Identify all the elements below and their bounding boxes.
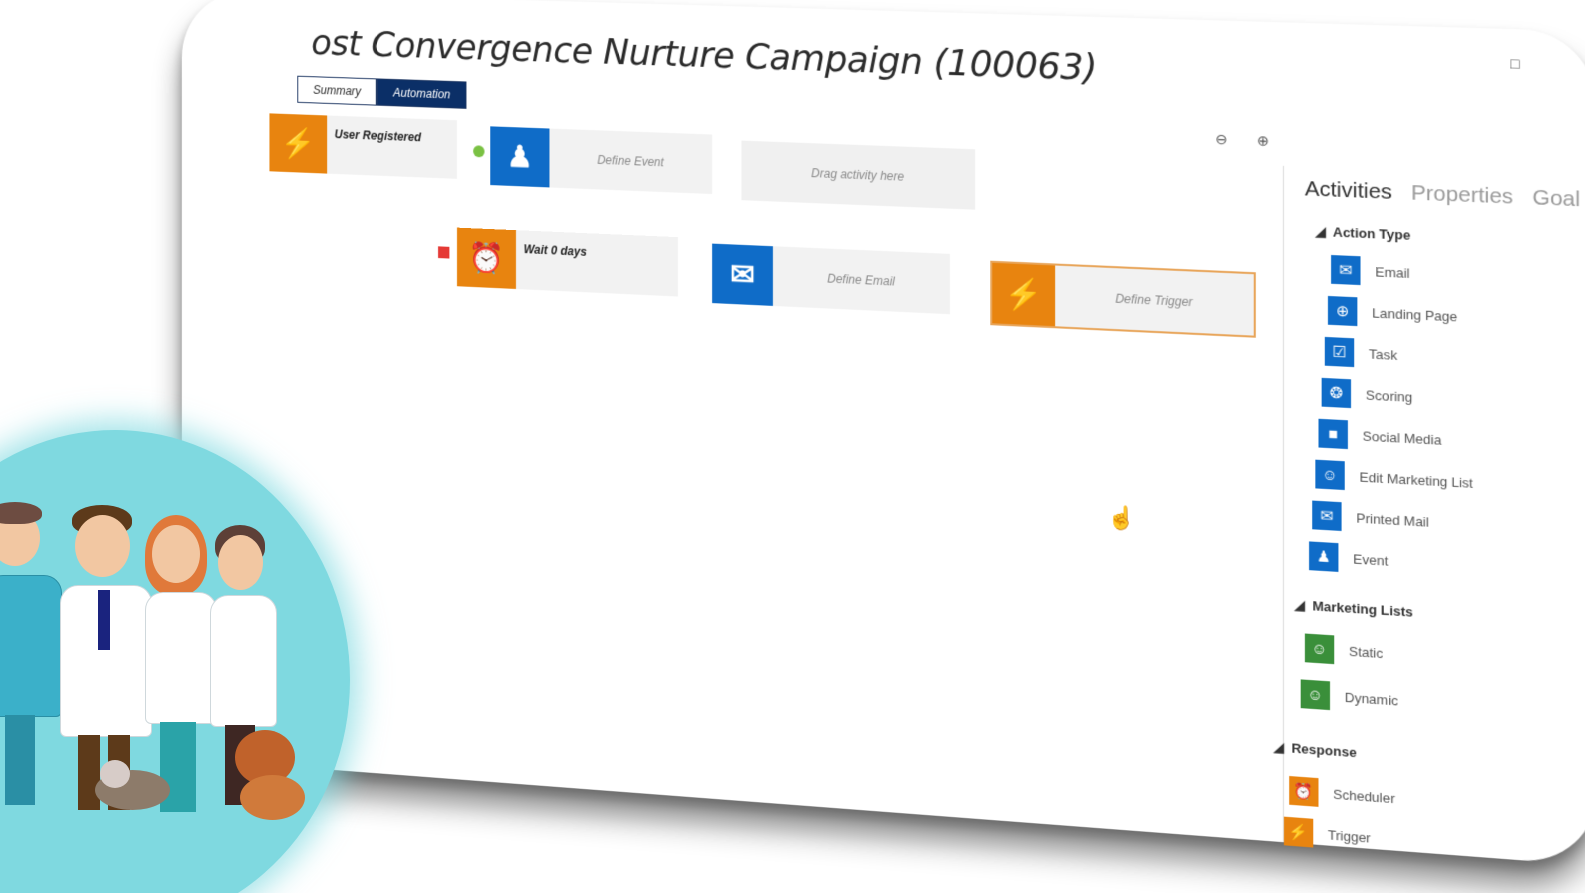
tile-label: Wait 0 days [523, 242, 587, 259]
positive-connector[interactable] [473, 145, 485, 158]
section-title: Action Type [1332, 224, 1411, 243]
person-legs [78, 735, 100, 810]
item-label: Event [1353, 550, 1389, 569]
tab-summary[interactable]: Summary [297, 75, 378, 106]
activity-task[interactable]: ☑ Task [1324, 336, 1398, 369]
tab-properties[interactable]: Properties [1411, 181, 1513, 210]
tile-label: Define Trigger [1115, 291, 1193, 310]
page-title: ost Convergence Nurture Campaign (100063… [311, 22, 1097, 89]
person-head [218, 535, 263, 590]
item-label: Static [1348, 643, 1384, 661]
tile-label: Define Email [827, 271, 895, 289]
activities-panel: Activities Properties Goal ◢ Action Type… [1274, 165, 1585, 867]
list-static[interactable]: ☺ Static [1304, 633, 1384, 668]
response-scheduler[interactable]: ⏰ Scheduler [1289, 776, 1395, 813]
person-head [75, 515, 130, 577]
tile-label: Define Event [597, 152, 664, 170]
activity-social-media[interactable]: ■ Social Media [1318, 418, 1442, 454]
section-title: Marketing Lists [1312, 598, 1413, 620]
zoom-out-icon[interactable]: ⊖ [1215, 131, 1227, 149]
alarm-clock-icon: ⏰ [1289, 776, 1319, 807]
tile-wait[interactable]: ⏰ Wait 0 days [456, 227, 678, 297]
lightning-icon: ⚡ [269, 113, 328, 174]
tile-user-registered[interactable]: ⚡ User Registered [269, 113, 457, 179]
activity-landing-page[interactable]: ⊕ Landing Page [1327, 295, 1458, 331]
tile-define-event[interactable]: ♟ Define Event [490, 126, 713, 195]
item-label: Email [1375, 263, 1410, 281]
ribbon-icon: ❂ [1321, 377, 1352, 409]
people-icon: ☺ [1300, 679, 1331, 711]
item-label: Edit Marketing List [1359, 468, 1473, 491]
person-legs [5, 715, 35, 805]
item-label: Task [1368, 345, 1398, 363]
expand-icon[interactable]: □ [1510, 55, 1519, 72]
envelope-icon: ✉ [712, 243, 773, 306]
activity-event[interactable]: ♟ Event [1309, 541, 1388, 575]
people-icon: ☺ [1304, 633, 1335, 665]
activity-scoring[interactable]: ❂ Scoring [1321, 377, 1413, 411]
person-head [152, 525, 200, 583]
dog-body [240, 775, 305, 820]
section-marketing-lists[interactable]: ◢ Marketing Lists [1294, 597, 1413, 621]
item-label: Dynamic [1344, 689, 1399, 709]
printed-mail-icon: ✉ [1312, 500, 1342, 531]
tab-bar: Summary Automation [297, 75, 467, 109]
person-scrubs [0, 575, 62, 717]
alarm-clock-icon: ⏰ [456, 227, 516, 289]
activity-email[interactable]: ✉ Email [1331, 255, 1410, 287]
person-tie [98, 590, 110, 650]
event-icon: ♟ [1309, 541, 1339, 572]
app-window: ost Convergence Nurture Campaign (100063… [181, 0, 1585, 867]
tab-goal[interactable]: Goal [1532, 186, 1580, 213]
item-label: Social Media [1362, 427, 1442, 448]
checklist-icon: ☑ [1324, 336, 1355, 368]
tab-automation[interactable]: Automation [377, 78, 467, 109]
hand-cursor-icon: ☝ [1107, 504, 1136, 532]
tile-define-email[interactable]: ✉ Define Email [712, 243, 950, 315]
list-dynamic[interactable]: ☺ Dynamic [1300, 679, 1399, 714]
ferret-head [100, 760, 130, 788]
stage: ost Convergence Nurture Campaign (100063… [0, 0, 1585, 893]
drop-zone[interactable]: Drag activity here [741, 140, 976, 210]
event-icon: ♟ [490, 126, 550, 188]
tile-label: Drag activity here [811, 166, 905, 184]
speech-bubble-icon: ■ [1318, 418, 1348, 450]
item-label: Trigger [1327, 826, 1371, 846]
globe-icon: ⊕ [1327, 295, 1358, 327]
item-label: Scoring [1365, 386, 1413, 405]
tile-define-trigger[interactable]: ⚡ Define Trigger [990, 260, 1256, 338]
section-action-type[interactable]: ◢ Action Type [1315, 224, 1410, 244]
tab-activities[interactable]: Activities [1305, 177, 1392, 205]
activity-printed-mail[interactable]: ✉ Printed Mail [1312, 500, 1429, 537]
section-title: Response [1291, 740, 1357, 761]
section-response[interactable]: ◢ Response [1274, 739, 1357, 761]
lightning-icon: ⚡ [992, 262, 1056, 327]
person-coat [145, 592, 217, 724]
zoom-in-icon[interactable]: ⊕ [1257, 132, 1269, 150]
people-icon: ☺ [1315, 459, 1345, 491]
tile-label: User Registered [334, 127, 422, 145]
panel-tabs: Activities Properties Goal [1305, 177, 1580, 212]
activity-edit-marketing-list[interactable]: ☺ Edit Marketing List [1315, 459, 1473, 498]
person-hair [0, 502, 42, 524]
item-label: Scheduler [1333, 785, 1395, 806]
item-label: Printed Mail [1356, 509, 1429, 530]
envelope-icon: ✉ [1331, 255, 1361, 286]
vet-team-illustration [0, 500, 320, 840]
lightning-icon: ⚡ [1283, 816, 1314, 848]
person-coat [210, 595, 277, 727]
response-trigger[interactable]: ⚡ Trigger [1283, 816, 1371, 852]
item-label: Landing Page [1372, 304, 1458, 325]
negative-connector[interactable] [438, 246, 450, 259]
